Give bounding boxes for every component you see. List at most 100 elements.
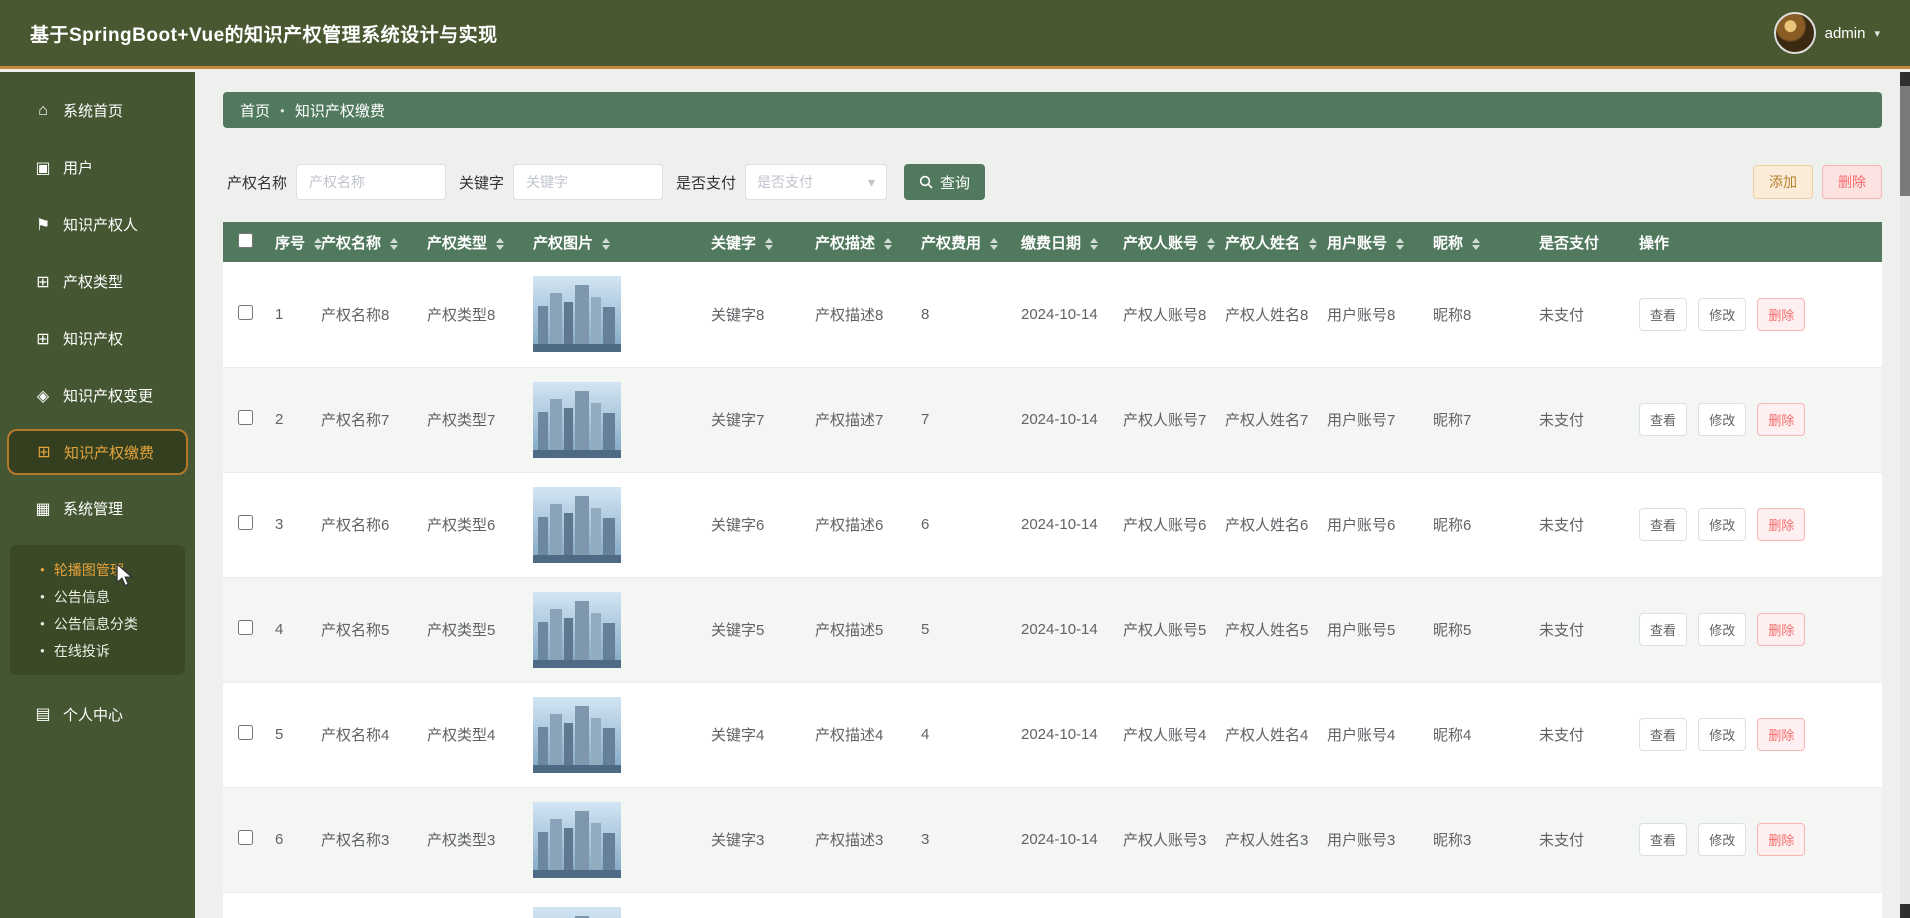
sidebar-item-1[interactable]: ▣ 用户 — [0, 139, 195, 196]
cell-desc: 产权描述5 — [807, 577, 913, 682]
column-header-5[interactable]: 产权描述 — [807, 222, 913, 262]
vertical-scrollbar[interactable] — [1900, 72, 1910, 918]
table-row[interactable]: 6 产权名称3 产权类型3 关键字3 产权描述3 3 2024-10-14 产权… — [223, 787, 1882, 892]
column-header-4[interactable]: 关键字 — [703, 222, 807, 262]
scroll-down-icon[interactable] — [1900, 904, 1910, 918]
column-header-13[interactable]: 操作 — [1631, 222, 1882, 262]
property-image[interactable] — [533, 276, 621, 352]
delete-row-button[interactable]: 删除 — [1757, 298, 1805, 331]
view-button[interactable]: 查看 — [1639, 823, 1687, 856]
property-image[interactable] — [533, 382, 621, 458]
add-button[interactable]: 添加 — [1753, 165, 1813, 199]
property-image[interactable] — [533, 802, 621, 878]
sort-icon[interactable] — [884, 238, 892, 250]
column-header-9[interactable]: 产权人姓名 — [1217, 222, 1319, 262]
row-checkbox[interactable] — [238, 830, 253, 845]
sidebar-item-2[interactable]: ⚑ 知识产权人 — [0, 196, 195, 253]
sidebar-item-5[interactable]: ◈ 知识产权变更 — [0, 367, 195, 424]
submenu-item-2[interactable]: ● 公告信息分类 — [10, 610, 185, 637]
row-checkbox[interactable] — [238, 305, 253, 320]
table-row[interactable]: 7 产权名称2 产权类型2 关键字2 产权描述2 2 2024-10-14 产权… — [223, 892, 1882, 918]
column-header-3[interactable]: 产权图片 — [525, 222, 703, 262]
scroll-up-icon[interactable] — [1900, 72, 1910, 86]
column-header-6[interactable]: 产权费用 — [913, 222, 1013, 262]
submenu-item-3[interactable]: ● 在线投诉 — [10, 637, 185, 664]
column-header-7[interactable]: 缴费日期 — [1013, 222, 1115, 262]
column-header-11[interactable]: 昵称 — [1425, 222, 1531, 262]
row-checkbox[interactable] — [238, 515, 253, 530]
sort-icon[interactable] — [1207, 238, 1215, 250]
view-button[interactable]: 查看 — [1639, 298, 1687, 331]
row-checkbox[interactable] — [238, 620, 253, 635]
column-header-0[interactable]: 序号 — [267, 222, 313, 262]
submenu-item-0[interactable]: ● 轮播图管理 — [10, 556, 185, 583]
edit-button[interactable]: 修改 — [1698, 298, 1746, 331]
column-header-10[interactable]: 用户账号 — [1319, 222, 1425, 262]
view-button[interactable]: 查看 — [1639, 613, 1687, 646]
scrollbar-thumb[interactable] — [1900, 86, 1910, 196]
delete-row-button[interactable]: 删除 — [1757, 718, 1805, 751]
cell-date: 2024-10-14 — [1013, 577, 1115, 682]
sort-icon[interactable] — [1472, 238, 1480, 250]
paid-filter-select[interactable]: 是否支付 ▾ — [745, 164, 887, 200]
row-checkbox[interactable] — [238, 725, 253, 740]
property-image[interactable] — [533, 487, 621, 563]
select-all-header — [223, 222, 267, 262]
view-button[interactable]: 查看 — [1639, 718, 1687, 751]
edit-button[interactable]: 修改 — [1698, 613, 1746, 646]
delete-row-button[interactable]: 删除 — [1757, 613, 1805, 646]
user-menu[interactable]: admin ▾ — [1774, 12, 1880, 54]
flag-icon: ⚑ — [34, 215, 52, 235]
sidebar-item-4[interactable]: ⊞ 知识产权 — [0, 310, 195, 367]
sidebar-item-0[interactable]: ⌂ 系统首页 — [0, 82, 195, 139]
column-header-12[interactable]: 是否支付 — [1531, 222, 1631, 262]
delete-row-button[interactable]: 删除 — [1757, 403, 1805, 436]
breadcrumb-separator-icon: ● — [280, 106, 285, 115]
column-header-8[interactable]: 产权人账号 — [1115, 222, 1217, 262]
column-header-1[interactable]: 产权名称 — [313, 222, 419, 262]
city-photo-placeholder — [533, 697, 621, 773]
table-row[interactable]: 4 产权名称5 产权类型5 关键字5 产权描述5 5 2024-10-14 产权… — [223, 577, 1882, 682]
delete-row-button[interactable]: 删除 — [1757, 823, 1805, 856]
property-image[interactable] — [533, 907, 621, 918]
view-button[interactable]: 查看 — [1639, 508, 1687, 541]
sort-icon[interactable] — [390, 238, 398, 250]
table-row[interactable]: 1 产权名称8 产权类型8 关键字8 产权描述8 8 2024-10-14 产权… — [223, 262, 1882, 367]
select-all-checkbox[interactable] — [238, 233, 253, 248]
edit-button[interactable]: 修改 — [1698, 823, 1746, 856]
sidebar-item-3[interactable]: ⊞ 产权类型 — [0, 253, 195, 310]
sidebar-item-profile[interactable]: ▤ 个人中心 — [0, 689, 195, 739]
delete-button[interactable]: 删除 — [1822, 165, 1882, 199]
cell-image — [525, 472, 703, 577]
sort-icon[interactable] — [496, 238, 504, 250]
submenu-item-1[interactable]: ● 公告信息 — [10, 583, 185, 610]
sort-icon[interactable] — [1396, 238, 1404, 250]
sort-icon[interactable] — [1309, 238, 1317, 250]
table-row[interactable]: 5 产权名称4 产权类型4 关键字4 产权描述4 4 2024-10-14 产权… — [223, 682, 1882, 787]
row-checkbox[interactable] — [238, 410, 253, 425]
edit-button[interactable]: 修改 — [1698, 403, 1746, 436]
search-button[interactable]: 查询 — [904, 164, 985, 200]
sidebar-item-6[interactable]: ⊞ 知识产权缴费 — [7, 429, 188, 475]
breadcrumb-home[interactable]: 首页 — [240, 100, 270, 121]
avatar[interactable] — [1774, 12, 1816, 54]
sort-icon[interactable] — [765, 238, 773, 250]
property-image[interactable] — [533, 592, 621, 668]
edit-button[interactable]: 修改 — [1698, 508, 1746, 541]
sidebar-item-7[interactable]: ▦ 系统管理 — [0, 480, 195, 537]
cell-name: 产权名称2 — [313, 892, 419, 918]
edit-button[interactable]: 修改 — [1698, 718, 1746, 751]
sort-icon[interactable] — [1090, 238, 1098, 250]
table-row[interactable]: 2 产权名称7 产权类型7 关键字7 产权描述7 7 2024-10-14 产权… — [223, 367, 1882, 472]
cell-paid: 未支付 — [1531, 682, 1631, 787]
view-button[interactable]: 查看 — [1639, 403, 1687, 436]
delete-row-button[interactable]: 删除 — [1757, 508, 1805, 541]
table-row[interactable]: 3 产权名称6 产权类型6 关键字6 产权描述6 6 2024-10-14 产权… — [223, 472, 1882, 577]
keyword-filter-input[interactable] — [513, 164, 663, 200]
name-filter-input[interactable] — [296, 164, 446, 200]
column-header-2[interactable]: 产权类型 — [419, 222, 525, 262]
property-image[interactable] — [533, 697, 621, 773]
sort-icon[interactable] — [602, 238, 610, 250]
cell-desc: 产权描述6 — [807, 472, 913, 577]
sort-icon[interactable] — [990, 238, 998, 250]
